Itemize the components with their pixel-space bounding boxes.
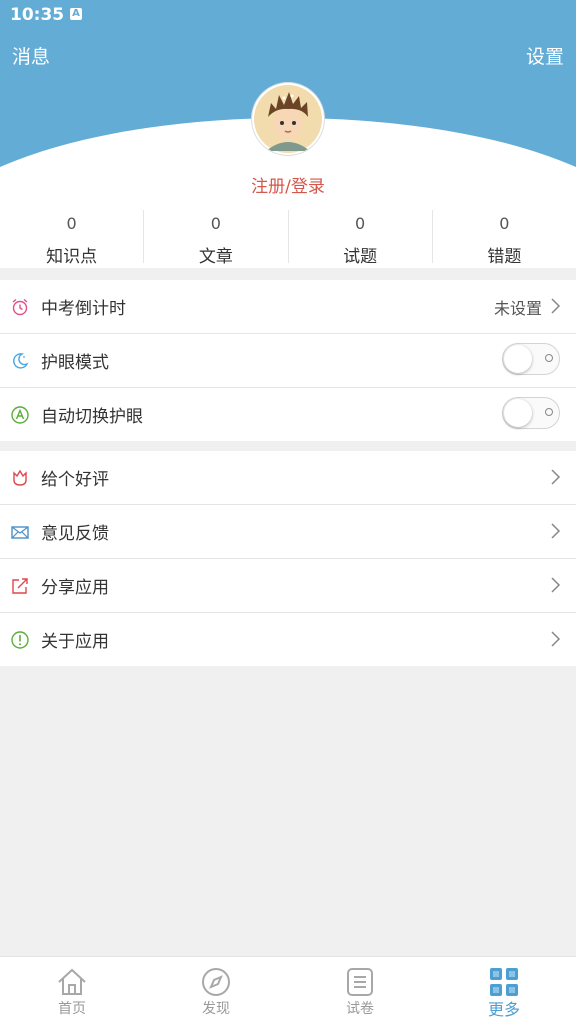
settings-group: 中考倒计时 未设置 护眼模式 自动切换护眼 [0, 280, 576, 441]
moon-icon [13, 353, 29, 369]
countdown-value: 未设置 [493, 299, 542, 318]
chevron-right-icon [551, 631, 561, 647]
tab-more[interactable]: 更多 [432, 957, 576, 1025]
chevron-right-icon [551, 523, 561, 539]
stat-value: 0 [210, 214, 221, 233]
row-about-app[interactable]: 关于应用 [0, 613, 576, 666]
toggle-knob [504, 399, 532, 427]
stat-value: 0 [355, 214, 366, 233]
grid-icon [490, 968, 518, 996]
toggle-off-mark [545, 408, 553, 416]
tab-label: 试卷 [346, 1001, 374, 1017]
row-label: 中考倒计时 [41, 299, 126, 319]
stat-mistakes[interactable]: 0 错题 [433, 210, 576, 267]
row-label: 护眼模式 [41, 353, 109, 373]
row-label: 分享应用 [41, 578, 109, 598]
alarm-clock-icon [12, 298, 28, 316]
row-exam-countdown[interactable]: 中考倒计时 未设置 [0, 280, 576, 334]
stat-knowledge[interactable]: 0 知识点 [0, 210, 145, 267]
status-time: 10:35 [10, 5, 65, 25]
row-label: 意见反馈 [41, 524, 109, 544]
stat-articles[interactable]: 0 文章 [144, 210, 289, 267]
auto-a-icon [11, 406, 29, 424]
tab-label: 更多 [487, 1000, 520, 1019]
tab-papers[interactable]: 试卷 [288, 957, 432, 1025]
tab-label: 首页 [58, 1001, 86, 1017]
share-icon [12, 578, 28, 594]
row-auto-eye-care[interactable]: 自动切换护眼 [0, 388, 576, 441]
paper-list-icon [347, 968, 373, 996]
home-icon [58, 968, 86, 995]
row-label: 自动切换护眼 [41, 407, 143, 427]
info-icon [11, 631, 29, 649]
chevron-right-icon [551, 298, 561, 314]
stat-label: 错题 [487, 247, 522, 267]
stat-questions[interactable]: 0 试题 [289, 210, 433, 267]
flower-icon [13, 469, 27, 486]
bottom-tab-bar: 首页 发现 试卷 更多 [0, 956, 576, 1025]
stats-bar: 0 知识点 0 文章 0 试题 0 错题 [0, 210, 576, 268]
stat-label: 文章 [198, 247, 233, 267]
toggle-knob [504, 345, 532, 373]
avatar[interactable] [252, 83, 324, 155]
tab-discover[interactable]: 发现 [144, 957, 288, 1025]
misc-group: 给个好评 意见反馈 分享应用 关于应用 [0, 451, 576, 666]
chevron-right-icon [551, 469, 561, 485]
compass-icon [202, 968, 230, 996]
tab-home[interactable]: 首页 [0, 957, 144, 1025]
eye-care-toggle[interactable] [502, 343, 560, 375]
auto-eye-care-toggle[interactable] [502, 397, 560, 429]
row-label: 给个好评 [41, 470, 109, 490]
row-eye-care[interactable]: 护眼模式 [0, 334, 576, 388]
login-link[interactable]: 注册/登录 [0, 172, 576, 197]
chevron-right-icon [551, 577, 561, 593]
stat-value: 0 [499, 214, 510, 233]
envelope-icon [11, 526, 29, 539]
row-rate-app[interactable]: 给个好评 [0, 451, 576, 505]
row-feedback[interactable]: 意见反馈 [0, 505, 576, 559]
settings-button[interactable]: 设置 [526, 42, 564, 69]
stat-label: 试题 [343, 247, 378, 267]
row-label: 关于应用 [41, 632, 109, 652]
stat-label: 知识点 [46, 247, 98, 267]
tab-label: 发现 [202, 1001, 230, 1017]
toggle-off-mark [545, 354, 553, 362]
a-icon: A [70, 8, 82, 20]
stat-value: 0 [66, 214, 77, 233]
messages-button[interactable]: 消息 [12, 42, 50, 69]
row-share-app[interactable]: 分享应用 [0, 559, 576, 613]
